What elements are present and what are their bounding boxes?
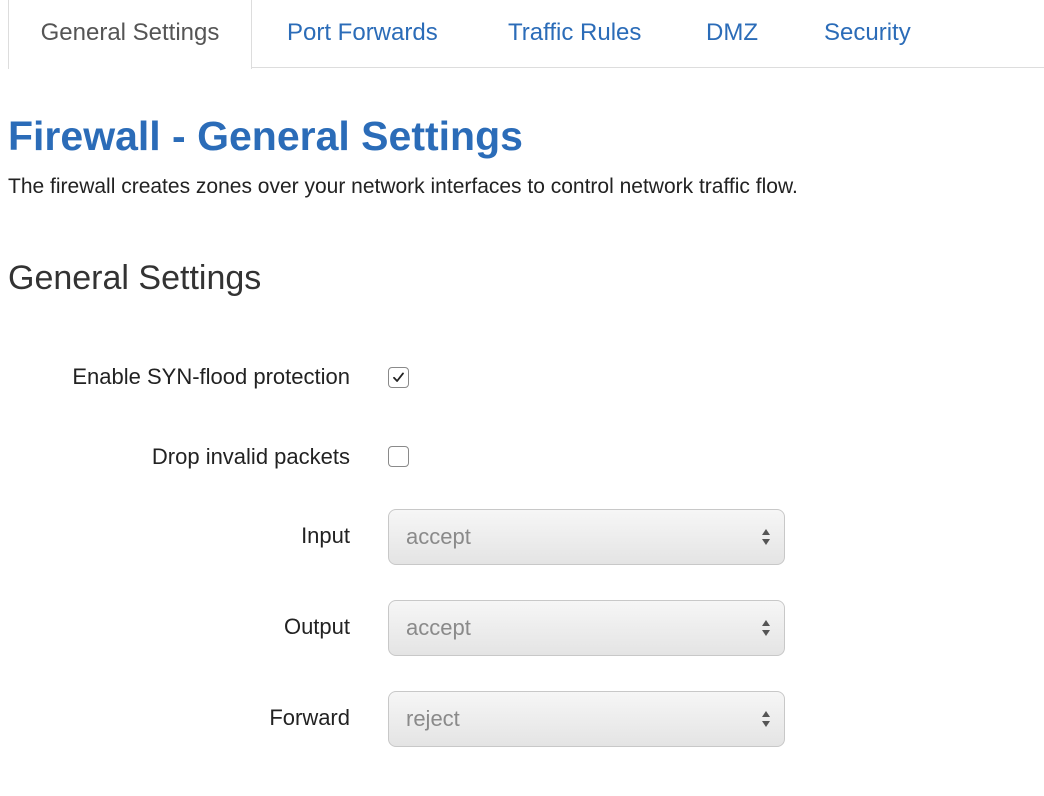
section-title: General Settings — [8, 259, 262, 297]
syn-flood-checkbox[interactable] — [388, 367, 409, 388]
drop-invalid-checkbox[interactable] — [388, 446, 409, 467]
tab-security[interactable]: Security — [824, 0, 911, 68]
page-description: The firewall creates zones over your net… — [8, 175, 798, 198]
input-label: Input — [301, 523, 350, 548]
up-down-arrows-icon — [762, 711, 770, 727]
up-down-arrows-icon — [762, 529, 770, 545]
page-title: Firewall - General Settings — [8, 113, 523, 159]
syn-flood-label: Enable SYN-flood protection — [72, 364, 350, 389]
forward-select-value: reject — [406, 706, 460, 731]
input-select[interactable]: accept — [388, 509, 785, 565]
tab-bar: General Settings Port Forwards Traffic R… — [0, 0, 1044, 69]
tab-port-forwards[interactable]: Port Forwards — [287, 0, 438, 68]
drop-invalid-label: Drop invalid packets — [151, 444, 350, 469]
tab-traffic-rules[interactable]: Traffic Rules — [508, 0, 641, 68]
output-label: Output — [283, 614, 350, 639]
output-select[interactable]: accept — [388, 600, 785, 656]
tab-dmz[interactable]: DMZ — [706, 0, 758, 68]
up-down-arrows-icon — [762, 620, 770, 636]
input-select-value: accept — [406, 524, 471, 549]
forward-label: Forward — [269, 705, 350, 730]
tab-general-settings[interactable]: General Settings — [8, 0, 252, 69]
forward-select[interactable]: reject — [388, 691, 785, 747]
checkmark-icon — [393, 372, 404, 382]
output-select-value: accept — [406, 615, 471, 640]
